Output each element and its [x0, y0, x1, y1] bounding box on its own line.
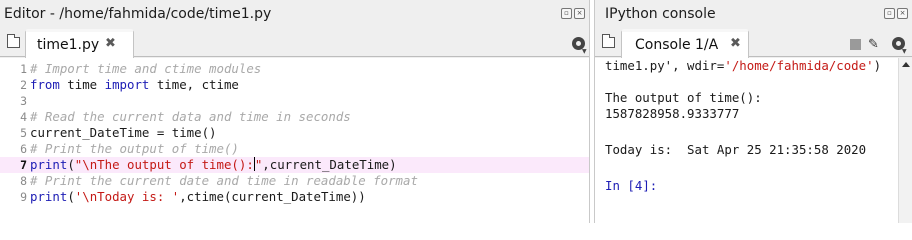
code-comment: # Print the current date and time in rea…	[30, 173, 418, 188]
line-number: 2	[20, 78, 27, 92]
tab-console-1a[interactable]: Console 1/A ✖	[621, 29, 749, 58]
console-prompt: In [	[605, 178, 635, 193]
console-string: '/home/fahmida/code'	[724, 58, 874, 73]
code-line[interactable]: 4 # Read the current data and time in sec…	[0, 109, 589, 125]
code-comment: # Read the current data and time in seco…	[30, 109, 351, 124]
code-keyword: print	[30, 189, 68, 204]
code-token: current_DateTime = time()	[30, 125, 217, 140]
code-string: '\nToday is: '	[74, 189, 180, 204]
console-pane: IPython console ▫ × Console 1/A ✖ ✎ ▼ ti…	[594, 0, 912, 223]
code-text: # Import time and ctime modules	[30, 61, 261, 77]
code-line[interactable]: 5 current_DateTime = time()	[0, 125, 589, 141]
code-keyword: from	[30, 77, 60, 92]
tab-label: Console 1/A	[635, 37, 719, 53]
code-keyword: print	[30, 157, 68, 172]
code-string: "\nThe output of time():	[74, 157, 254, 172]
editor-title: Editor - /home/fahmida/code/time1.py	[4, 6, 272, 22]
browse-tabs-icon[interactable]	[602, 34, 615, 48]
console-text: time1.py', wdir=	[605, 58, 725, 73]
code-editor[interactable]: 1 # Import time and ctime modules 2 from ti…	[0, 58, 589, 223]
console-text: 1587828958.9333777	[605, 106, 740, 121]
code-text: # Print the current date and time in rea…	[30, 173, 418, 189]
console-line: In [4]:	[605, 178, 657, 194]
editor-title-bar: Editor - /home/fahmida/code/time1.py ▫ ×	[0, 0, 589, 27]
console-text: The output of time():	[605, 90, 762, 105]
console-line: 1587828958.9333777	[605, 106, 739, 122]
code-token: ,current_DateTime)	[262, 157, 397, 172]
close-tab-icon[interactable]: ✖	[730, 36, 741, 51]
line-number: 5	[20, 126, 27, 140]
code-comment: # Print the output of time()	[30, 141, 239, 156]
code-text: print('\nToday is: ',ctime(current_DateT…	[30, 189, 366, 205]
line-number: 3	[20, 94, 27, 108]
code-text: # Read the current data and time in seco…	[30, 109, 351, 125]
code-line[interactable]: 8 # Print the current date and time in re…	[0, 173, 589, 189]
console-output[interactable]: time1.py', wdir='/home/fahmida/code') The…	[595, 58, 898, 223]
caret-down-icon: ▼	[902, 48, 907, 55]
clear-brush-icon[interactable]: ✎	[868, 37, 879, 52]
editor-window-buttons: ▫ ×	[561, 8, 585, 19]
code-token: time, ctime	[149, 77, 239, 92]
line-number: 1	[20, 62, 27, 76]
line-number: 6	[20, 142, 27, 156]
console-prompt: ]:	[642, 178, 658, 193]
console-tabbar: Console 1/A ✖ ✎ ▼	[595, 27, 912, 58]
stop-icon[interactable]	[850, 39, 861, 50]
code-line[interactable]: 1 # Import time and ctime modules	[0, 61, 589, 77]
code-keyword: import	[104, 77, 150, 92]
console-line: Today is: Sat Apr 25 21:35:58 2020	[605, 142, 866, 158]
tab-label: time1.py	[37, 37, 100, 53]
line-number: 7	[20, 158, 27, 172]
close-pane-icon[interactable]: ×	[574, 8, 585, 19]
code-token: (	[67, 157, 75, 172]
code-text: from time import time, ctime	[30, 77, 239, 93]
editor-pane: Editor - /home/fahmida/code/time1.py ▫ ×…	[0, 0, 590, 223]
code-line[interactable]: 7 print("\nThe output of time():",current…	[0, 157, 589, 173]
code-token: ,ctime(current_DateTime))	[179, 189, 366, 204]
line-number: 8	[20, 174, 27, 188]
code-text: current_DateTime = time()	[30, 125, 217, 141]
undock-icon[interactable]: ▫	[884, 8, 895, 19]
caret-down-icon: ▼	[582, 48, 587, 55]
browse-tabs-icon[interactable]	[7, 34, 20, 48]
console-line: time1.py', wdir='/home/fahmida/code')	[605, 58, 881, 74]
console-title: IPython console	[605, 6, 716, 22]
undock-icon[interactable]: ▫	[561, 8, 572, 19]
tab-time1-py[interactable]: time1.py ✖	[25, 29, 134, 58]
code-text: print("\nThe output of time():",current_…	[30, 157, 397, 173]
line-number: 9	[20, 190, 27, 204]
line-number: 4	[20, 110, 27, 124]
code-token: (	[67, 189, 75, 204]
code-line[interactable]: 9 print('\nToday is: ',ctime(current_Date…	[0, 189, 589, 205]
console-scrollbar[interactable]	[898, 58, 912, 223]
console-text: Today is: Sat Apr 25 21:35:58 2020	[605, 142, 867, 157]
editor-tabbar: time1.py ✖ ▼	[0, 27, 589, 58]
scroll-up-icon[interactable]	[902, 62, 910, 67]
close-pane-icon[interactable]: ×	[897, 8, 908, 19]
code-line[interactable]: 3	[0, 93, 589, 109]
code-token: time	[59, 77, 105, 92]
code-line[interactable]: 6 # Print the output of time()	[0, 141, 589, 157]
console-title-bar: IPython console ▫ ×	[595, 0, 912, 27]
code-line[interactable]: 2 from time import time, ctime	[0, 77, 589, 93]
console-text: )	[873, 58, 882, 73]
code-comment: # Import time and ctime modules	[30, 61, 262, 76]
code-text: # Print the output of time()	[30, 141, 239, 157]
console-line: The output of time():	[605, 90, 762, 106]
console-window-buttons: ▫ ×	[884, 8, 908, 19]
close-tab-icon[interactable]: ✖	[105, 36, 116, 51]
